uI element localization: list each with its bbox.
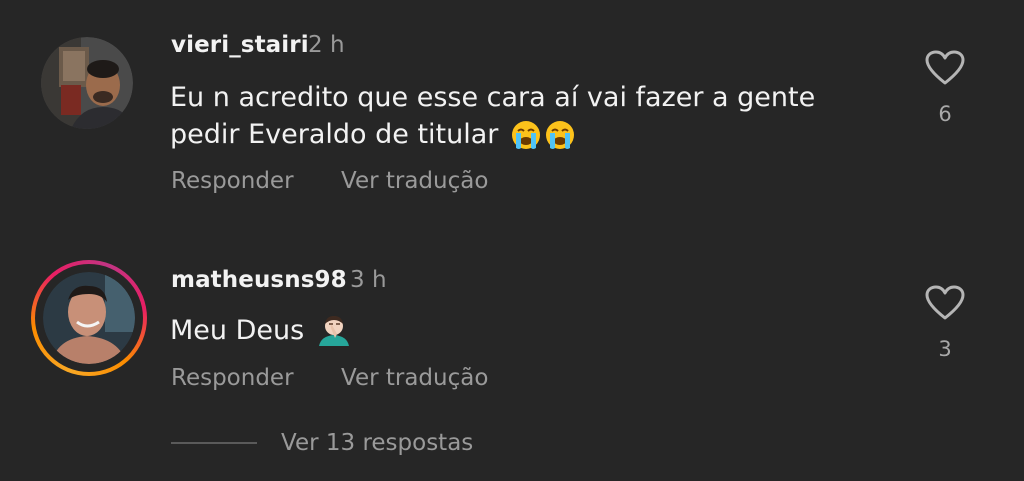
loudly-crying-face-emoji [545, 120, 575, 160]
man-facepalming-emoji [317, 314, 351, 356]
heart-icon[interactable] [925, 50, 965, 86]
see-translation-button[interactable]: Ver tradução [341, 365, 488, 391]
avatar[interactable] [41, 37, 133, 129]
comment-text-content: Meu Deus [170, 315, 305, 346]
comment-username[interactable]: matheusns98 [171, 267, 347, 293]
comment-timestamp: 3 h [350, 267, 387, 293]
avatar [43, 272, 135, 364]
avatar-photo [43, 272, 135, 364]
like-count: 3 [938, 337, 952, 361]
comment-username[interactable]: vieri_stairi [171, 32, 309, 58]
comment-item: matheusns98 3 h Meu Deus Responder Ver t… [0, 230, 1024, 410]
comment-timestamp: 2 h [308, 32, 345, 58]
heart-icon[interactable] [925, 285, 965, 321]
comment-text: Eu n acredito que esse cara aí vai fazer… [170, 79, 890, 160]
reply-button[interactable]: Responder [171, 168, 294, 194]
reply-button[interactable]: Responder [171, 365, 294, 391]
comment-text: Meu Deus [170, 312, 890, 356]
loudly-crying-face-emoji [511, 120, 541, 160]
view-replies-button[interactable]: Ver 13 respostas [281, 430, 473, 456]
comment-text-content: Eu n acredito que esse cara aí vai fazer… [170, 82, 816, 150]
avatar-photo [41, 37, 133, 129]
comment-item: vieri_stairi 2 h Eu n acredito que esse … [0, 0, 1024, 230]
replies-divider [171, 442, 257, 444]
like-count: 6 [938, 102, 952, 126]
story-ring[interactable] [31, 260, 147, 376]
see-translation-button[interactable]: Ver tradução [341, 168, 488, 194]
